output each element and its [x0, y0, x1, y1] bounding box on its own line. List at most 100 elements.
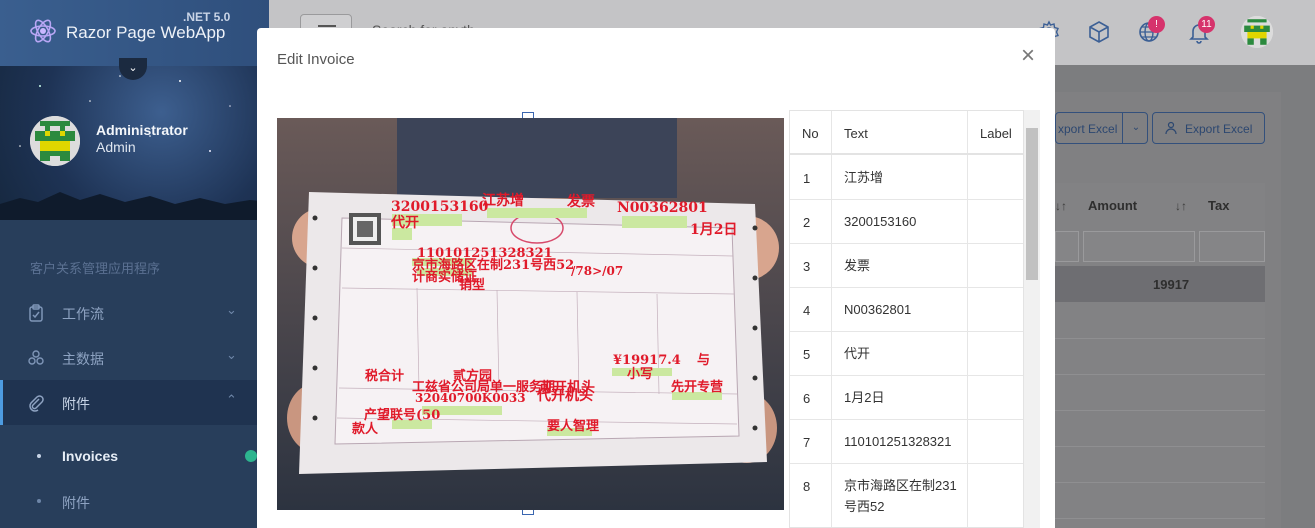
ocr-results-grid: No Text Label 1 江苏增 2 3200153160 3 发票 4 … [789, 110, 1024, 528]
header-avatar[interactable] [1241, 16, 1273, 48]
paperclip-icon [29, 395, 44, 412]
pixel-avatar-icon [1241, 16, 1273, 48]
ocr-label: 款人 [352, 422, 379, 437]
chevron-down-icon: ⌄ [226, 347, 237, 362]
row-divider [1055, 374, 1265, 375]
row-number: 5 [803, 347, 811, 362]
bullet-dot [37, 499, 41, 503]
chevron-down-icon: ⌄ [226, 302, 237, 317]
user-name: Administrator [96, 122, 188, 138]
app-name: Razor Page WebApp [66, 23, 226, 42]
sort-icon[interactable]: ↓↑ [1055, 199, 1067, 213]
table-row[interactable]: 4 N00362801 [790, 288, 1023, 332]
sidebar-subitem-invoices[interactable]: Invoices [0, 436, 269, 476]
column-header-amount[interactable]: Amount [1088, 198, 1137, 213]
ocr-label: 代开 [391, 215, 419, 231]
modal-title: Edit Invoice [277, 51, 355, 68]
amount-cell: 19917 [1153, 277, 1190, 292]
clipboard-icon [29, 304, 43, 322]
chevron-up-icon: ⌃ [226, 392, 237, 407]
row-number: 1 [803, 171, 811, 186]
ocr-label: 产望联号(50 [364, 408, 441, 423]
atom-logo-icon [30, 19, 56, 43]
chevron-down-icon[interactable]: ⌄ [1122, 113, 1149, 143]
ocr-label: 先开专营 [671, 380, 724, 395]
ocr-label: 32040700K0033 [415, 391, 526, 405]
sidebar-item-master-data[interactable]: 主数据 ⌄ [0, 335, 269, 380]
user-avatar[interactable] [30, 116, 80, 166]
table-row[interactable]: 6 1月2日 [790, 376, 1023, 420]
table-row[interactable]: 1 江苏增 [790, 156, 1023, 200]
row-divider [1055, 446, 1265, 447]
ocr-label: 要人智理 [547, 419, 600, 434]
ocr-label: N00362801 [617, 200, 708, 216]
ocr-label: 税合计 [365, 369, 405, 384]
table-row[interactable]: 3 发票 [790, 244, 1023, 288]
ocr-label: 3200153160 [391, 199, 489, 215]
filter-input[interactable] [1055, 231, 1079, 262]
table-row[interactable]: 2 3200153160 [790, 200, 1023, 244]
sidebar-subitem-attachments[interactable]: 附件 [0, 481, 269, 521]
export-excel-split-button[interactable]: xport Excel ⌄ [1055, 112, 1148, 144]
row-text: N00362801 [844, 302, 912, 317]
sidebar: Razor Page WebApp .NET 5.0 ⌄ Administrat… [0, 0, 269, 528]
grid-scrollbar[interactable] [1024, 110, 1040, 528]
table-row[interactable]: 5 代开 [790, 332, 1023, 376]
close-icon[interactable]: × [1018, 44, 1038, 68]
filter-input[interactable] [1083, 231, 1195, 262]
notification-badge: 11 [1198, 16, 1215, 33]
ocr-label: 代开机头 [537, 388, 593, 404]
ocr-label: 小写 [627, 367, 654, 382]
edit-invoice-modal: Edit Invoice × 3200153160 江苏增 发票 N003628… [257, 28, 1055, 528]
framework-version: .NET 5.0 [183, 10, 231, 24]
ocr-label: 发票 [567, 194, 595, 210]
cube-icon[interactable] [1087, 20, 1111, 44]
sidebar-subitem-label: 附件 [62, 495, 90, 511]
button-label: Export Excel [1185, 122, 1253, 136]
invoice-image[interactable]: 3200153160 江苏增 发票 N00362801 代开 1月2日 1101… [277, 118, 784, 510]
ocr-label: /78>/07 [571, 264, 624, 278]
row-number: 3 [803, 259, 811, 274]
row-number: 7 [803, 435, 811, 450]
sidebar-item-label: 主数据 [62, 351, 104, 367]
sidebar-item-attachments[interactable]: 附件 ⌃ [0, 380, 269, 425]
ocr-label: ¥19917.4 [613, 353, 681, 368]
ocr-label: 1月2日 [690, 222, 738, 238]
cubes-icon [28, 350, 44, 365]
sidebar-section-title: 客户关系管理应用程序 [30, 261, 161, 276]
column-header-label[interactable]: Label [980, 126, 1012, 141]
row-number: 2 [803, 215, 811, 230]
globe-badge: ! [1148, 16, 1165, 33]
sort-icon[interactable]: ↓↑ [1175, 199, 1187, 213]
active-indicator [245, 450, 257, 462]
row-divider [1055, 338, 1265, 339]
sidebar-item-label: 工作流 [62, 306, 104, 322]
pixel-avatar-icon [30, 116, 80, 166]
ocr-label: 江苏增 [482, 193, 524, 209]
grid-header: No Text Label [790, 111, 1023, 155]
ocr-label: 销型 [459, 278, 486, 293]
filter-input[interactable] [1199, 231, 1265, 262]
sidebar-item-label: 附件 [62, 396, 90, 412]
row-text: 京市海路区在制231号西52 [844, 478, 957, 514]
button-label: xport Excel [1058, 122, 1118, 136]
row-number: 6 [803, 391, 811, 406]
row-text: 代开 [844, 346, 871, 361]
table-row[interactable]: 7 110101251328321 [790, 420, 1023, 464]
bullet-dot [37, 454, 41, 458]
column-header-tax[interactable]: Tax [1208, 198, 1229, 213]
brand-bar[interactable]: Razor Page WebApp .NET 5.0 [0, 0, 269, 66]
row-divider [1055, 410, 1265, 411]
column-header-no[interactable]: No [802, 126, 819, 141]
export-excel-button[interactable]: Export Excel [1152, 112, 1265, 144]
sidebar-subitem-label: Invoices [62, 448, 119, 464]
column-header-text[interactable]: Text [844, 126, 868, 141]
sidebar-item-workflow[interactable]: 工作流 ⌄ [0, 290, 269, 335]
ocr-label: 与 [697, 353, 711, 368]
row-text: 1月2日 [844, 390, 885, 405]
scrollbar-thumb[interactable] [1026, 128, 1038, 280]
row-number: 8 [803, 479, 811, 494]
mountain-silhouette [0, 192, 269, 220]
row-text: 发票 [844, 258, 871, 273]
table-row[interactable]: 8 京市海路区在制231号西52 [790, 464, 1023, 527]
